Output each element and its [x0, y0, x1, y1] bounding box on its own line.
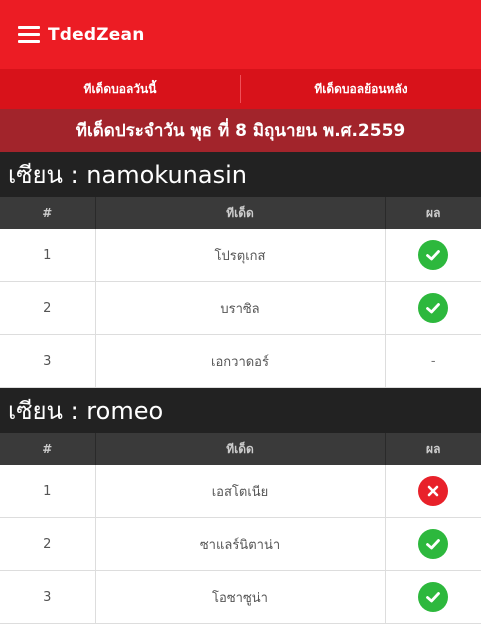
row-number: 3	[0, 334, 96, 388]
row-tip-team: เอสโตเนีย	[95, 465, 386, 518]
row-number: 1	[0, 229, 96, 282]
check-icon	[418, 293, 449, 323]
col-header-result: ผล	[385, 197, 481, 229]
row-result	[385, 281, 481, 335]
table-row: 3 โอซาซูน่า	[0, 570, 481, 624]
nav-tabs: ทีเด็ดบอลวันนี้ ทีเด็ดบอลย้อนหลัง	[0, 69, 481, 109]
col-header-num: #	[0, 197, 96, 229]
tab-history[interactable]: ทีเด็ดบอลย้อนหลัง	[241, 69, 481, 109]
col-header-tip: ทีเด็ด	[95, 433, 386, 465]
brand-logo[interactable]: TdedZean	[48, 25, 145, 45]
section-title: เซียน : namokunasin	[0, 152, 481, 197]
row-tip-team: ซาแลร์นิตาน่า	[95, 517, 386, 571]
row-result: -	[385, 334, 481, 388]
menu-icon[interactable]	[18, 26, 40, 43]
table-row: 1 โปรตุเกส	[0, 229, 481, 282]
row-number: 2	[0, 517, 96, 571]
tips-table: # ทีเด็ด ผล 1 เอสโตเนีย 2 ซาแลร์นิตาน่า 3 โอซ…	[0, 433, 481, 624]
section-title: เซียน : romeo	[0, 388, 481, 433]
table-row: 2 บราซิล	[0, 281, 481, 335]
pending-result: -	[430, 353, 436, 369]
row-tip-team: บราซิล	[95, 281, 386, 335]
row-tip-team: โอซาซูน่า	[95, 570, 386, 624]
table-header-row: # ทีเด็ด ผล	[0, 433, 481, 465]
row-number: 2	[0, 281, 96, 335]
row-result	[385, 229, 481, 282]
col-header-num: #	[0, 433, 96, 465]
row-result	[385, 465, 481, 518]
tab-today[interactable]: ทีเด็ดบอลวันนี้	[0, 69, 240, 109]
row-number: 1	[0, 465, 96, 518]
table-row: 3 เอกวาดอร์ -	[0, 334, 481, 388]
table-row: 2 ซาแลร์นิตาน่า	[0, 517, 481, 571]
cross-icon	[418, 476, 449, 506]
row-tip-team: โปรตุเกส	[95, 229, 386, 282]
check-icon	[418, 529, 449, 559]
table-row: 1 เอสโตเนีย	[0, 465, 481, 518]
row-result	[385, 517, 481, 571]
check-icon	[418, 582, 449, 612]
tips-table: # ทีเด็ด ผล 1 โปรตุเกส 2 บราซิล 3 เอกวาดอร์ -	[0, 197, 481, 388]
col-header-tip: ทีเด็ด	[95, 197, 386, 229]
table-header-row: # ทีเด็ด ผล	[0, 197, 481, 229]
date-title: ทีเด็ดประจำวัน พุธ ที่ 8 มิถุนายน พ.ศ.25…	[0, 109, 481, 152]
top-bar: TdedZean	[0, 0, 481, 69]
col-header-result: ผล	[385, 433, 481, 465]
row-result	[385, 570, 481, 624]
check-icon	[418, 240, 449, 270]
row-number: 3	[0, 570, 96, 624]
row-tip-team: เอกวาดอร์	[95, 334, 386, 388]
